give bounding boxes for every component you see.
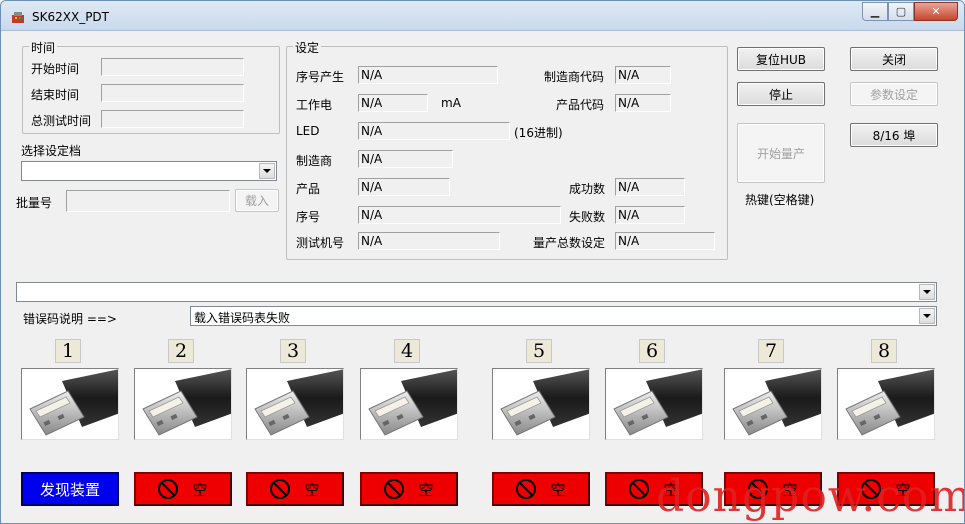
end-time-field xyxy=(101,84,244,102)
port-status: 空 xyxy=(246,472,344,506)
app-icon xyxy=(12,12,24,23)
error-top-select[interactable] xyxy=(16,282,937,302)
current-unit: mA xyxy=(441,96,461,110)
start-time-field xyxy=(101,58,244,76)
fail-field: N/A xyxy=(615,206,685,224)
minimize-icon: ▁ xyxy=(870,5,880,18)
settings-group-title: 设定 xyxy=(293,39,322,56)
window-title: SK62XX_PDT xyxy=(32,10,110,24)
product-label: 产品 xyxy=(296,182,321,196)
no-entry-icon xyxy=(629,479,650,499)
vendor-code-label: 制造商代码 xyxy=(544,70,605,84)
serial-field: N/A xyxy=(358,206,561,224)
port-status-text: 空 xyxy=(418,480,434,499)
port-status-text: 空 xyxy=(550,480,566,499)
maximize-button[interactable]: ▢ xyxy=(888,2,914,21)
end-time-label: 结束时间 xyxy=(31,88,80,102)
chevron-down-icon[interactable] xyxy=(919,308,935,324)
no-entry-icon xyxy=(158,479,179,499)
no-entry-icon xyxy=(270,479,291,499)
title-bar: SK62XX_PDT ▁ ▢ ✕ xyxy=(1,1,964,31)
current-field: N/A xyxy=(358,94,428,112)
port-number: 4 xyxy=(394,339,420,363)
close-button[interactable]: 关闭 xyxy=(850,47,938,71)
usb-device-icon xyxy=(837,368,935,440)
no-entry-icon xyxy=(516,479,537,499)
start-button[interactable]: 开始量产 xyxy=(737,123,825,183)
port-number: 8 xyxy=(871,339,897,363)
port-number: 5 xyxy=(526,339,552,363)
product-code-field: N/A xyxy=(615,94,671,112)
port-status: 空 xyxy=(134,472,232,506)
batch-label: 批量号 xyxy=(16,196,53,210)
chevron-down-icon[interactable] xyxy=(919,284,935,300)
hotkey-label: 热键(空格键) xyxy=(745,193,815,207)
success-label: 成功数 xyxy=(569,182,606,196)
usb-device-icon xyxy=(360,368,458,440)
product-code-label: 产品代码 xyxy=(556,98,605,112)
error-label: 错误码说明 ==> xyxy=(23,312,117,326)
vendor-label: 制造商 xyxy=(296,154,333,168)
params-button[interactable]: 参数设定 xyxy=(850,82,938,106)
usb-device-icon xyxy=(21,368,119,440)
led-label: LED xyxy=(296,124,320,138)
chevron-down-icon[interactable] xyxy=(259,163,275,179)
close-icon: ✕ xyxy=(931,5,941,18)
serial-gen-label: 序号产生 xyxy=(296,70,345,84)
profile-label: 选择设定档 xyxy=(21,144,82,158)
port-status: 空 xyxy=(492,472,590,506)
error-select[interactable]: 载入错误码表失败 xyxy=(190,306,937,326)
port-number: 1 xyxy=(55,339,81,363)
port-status-text: 空 xyxy=(192,480,208,499)
total-time-field xyxy=(101,110,244,128)
stop-button[interactable]: 停止 xyxy=(737,82,825,106)
profile-select[interactable] xyxy=(21,161,277,181)
ports-mode-button[interactable]: 8/16 埠 xyxy=(850,123,938,147)
reset-hub-button[interactable]: 复位HUB xyxy=(737,47,825,71)
no-entry-icon xyxy=(384,479,405,499)
port-number: 7 xyxy=(758,339,784,363)
tester-label: 测试机号 xyxy=(296,236,345,250)
vendor-field: N/A xyxy=(358,150,453,168)
port-status-text: 发现装置 xyxy=(39,480,100,499)
usb-device-icon xyxy=(134,368,232,440)
vendor-code-field: N/A xyxy=(615,66,671,84)
minimize-button[interactable]: ▁ xyxy=(862,2,888,21)
success-field: N/A xyxy=(615,178,685,196)
total-field: N/A xyxy=(615,232,715,250)
product-field: N/A xyxy=(358,178,450,196)
error-value: 载入错误码表失败 xyxy=(194,311,291,325)
port-status-text: 空 xyxy=(304,480,320,499)
usb-device-icon xyxy=(724,368,822,440)
port-number: 6 xyxy=(639,339,665,363)
usb-device-icon xyxy=(246,368,344,440)
usb-device-icon xyxy=(605,368,703,440)
usb-device-icon xyxy=(492,368,590,440)
close-window-button[interactable]: ✕ xyxy=(914,2,958,21)
current-label: 工作电 xyxy=(296,98,333,112)
load-button[interactable]: 载入 xyxy=(235,189,279,212)
total-label: 量产总数设定 xyxy=(533,236,606,250)
watermark: dongpow.com xyxy=(656,471,965,522)
start-time-label: 开始时间 xyxy=(31,62,80,76)
tester-field: N/A xyxy=(358,232,500,250)
total-time-label: 总测试时间 xyxy=(31,114,92,128)
port-status: 发现装置 xyxy=(21,472,119,506)
app-window: SK62XX_PDT ▁ ▢ ✕ 时间 开始时间 结束时间 总测试时间 选择设定… xyxy=(0,0,965,524)
batch-field[interactable] xyxy=(66,190,230,212)
port-number: 2 xyxy=(168,339,194,363)
led-field: N/A xyxy=(358,122,510,140)
serial-gen-field: N/A xyxy=(358,66,498,84)
serial-label: 序号 xyxy=(296,210,321,224)
port-status: 空 xyxy=(360,472,458,506)
fail-label: 失败数 xyxy=(569,210,606,224)
maximize-icon: ▢ xyxy=(895,5,907,18)
led-unit: (16进制) xyxy=(514,126,563,140)
time-group-title: 时间 xyxy=(29,39,58,56)
port-number: 3 xyxy=(280,339,306,363)
